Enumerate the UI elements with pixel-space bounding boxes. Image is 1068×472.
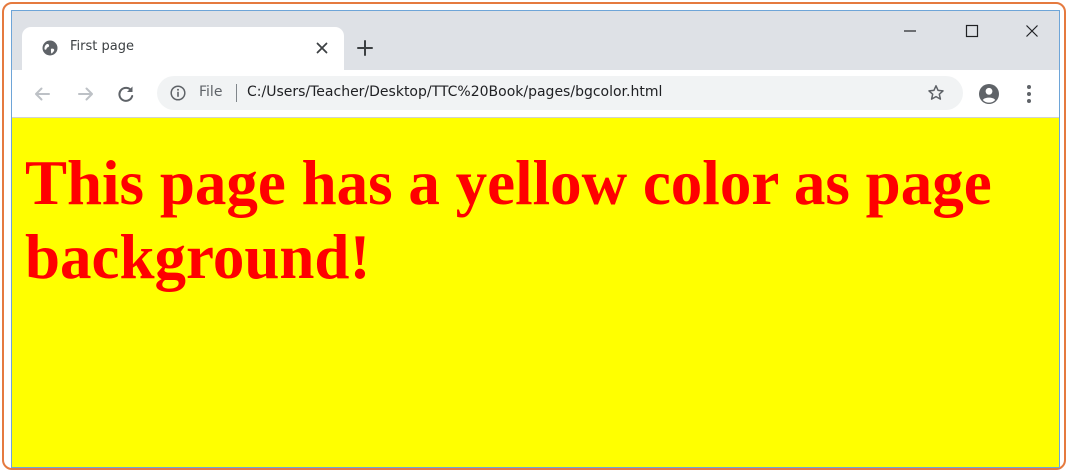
address-separator <box>236 84 237 102</box>
star-icon[interactable] <box>927 84 945 102</box>
tab-strip: First page <box>12 11 1059 70</box>
close-icon[interactable] <box>1022 21 1042 41</box>
scheme-label: File <box>199 84 223 100</box>
tab-first-page[interactable]: First page <box>22 27 344 70</box>
minimize-icon[interactable] <box>900 21 920 41</box>
arrow-left-icon[interactable] <box>32 84 52 104</box>
reload-icon[interactable] <box>116 84 136 104</box>
close-icon[interactable] <box>314 40 330 56</box>
page-viewport: This page has a yellow color as page bac… <box>12 118 1059 467</box>
account-icon[interactable] <box>978 83 1000 105</box>
browser-window: First page File C:/Users/Teacher/Desktop… <box>11 10 1060 468</box>
globe-icon <box>42 40 58 56</box>
tab-title: First page <box>70 39 134 54</box>
address-bar[interactable]: File C:/Users/Teacher/Desktop/TTC%20Book… <box>157 76 963 110</box>
toolbar: File C:/Users/Teacher/Desktop/TTC%20Book… <box>12 70 1059 118</box>
info-icon[interactable] <box>170 85 186 101</box>
page-heading: This page has a yellow color as page bac… <box>25 148 992 292</box>
url-text[interactable]: C:/Users/Teacher/Desktop/TTC%20Book/page… <box>247 84 662 100</box>
arrow-right-icon[interactable] <box>76 84 96 104</box>
maximize-icon[interactable] <box>962 21 982 41</box>
more-vertical-icon[interactable] <box>1025 83 1033 105</box>
plus-icon[interactable] <box>355 38 375 58</box>
